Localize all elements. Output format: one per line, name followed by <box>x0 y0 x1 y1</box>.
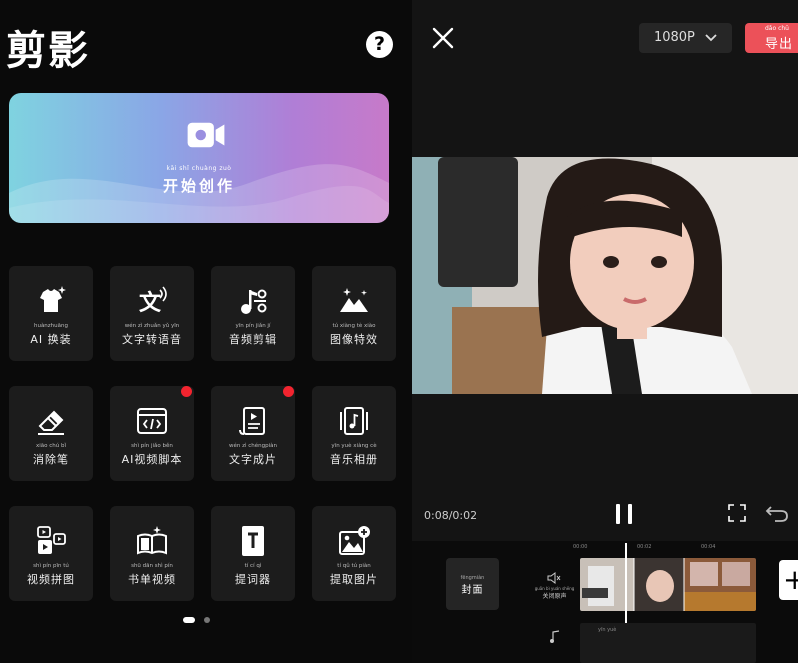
tool-extract-image[interactable]: tí qǔ tú piàn 提取图片 <box>312 506 396 601</box>
mute-original-button[interactable]: guān bì yuán shēng 关闭原声 <box>532 570 577 600</box>
open-book-icon <box>137 526 167 555</box>
undo-icon[interactable] <box>765 503 789 523</box>
video-collage-icon <box>37 526 66 554</box>
tool-label: 书单视频 <box>128 573 176 586</box>
tool-pinyin: xiāo chú bǐ <box>35 443 67 449</box>
timeline-tick: 00:02 <box>637 544 652 550</box>
pause-icon[interactable] <box>613 502 637 526</box>
start-creating-pinyin: kāi shǐ chuàng zuò <box>166 165 232 172</box>
tool-pinyin: shū dān shì pín <box>131 563 173 569</box>
video-frame-image <box>412 157 798 394</box>
new-badge <box>181 386 192 397</box>
tool-ai-video-script[interactable]: shì pín jiǎo běn AI视频脚本 <box>110 386 194 481</box>
timeline-tick: 00:04 <box>701 544 716 550</box>
chevron-down-icon <box>705 33 717 41</box>
tool-label: 音频剪辑 <box>229 333 277 346</box>
tool-label: 文字转语音 <box>122 333 182 346</box>
music-album-icon <box>340 407 368 435</box>
tool-book-video[interactable]: shū dān shì pín 书单视频 <box>110 506 194 601</box>
page-indicator <box>204 617 210 623</box>
resolution-value: 1080P <box>653 30 695 45</box>
tool-music-album[interactable]: yīn yuè xiàng cè 音乐相册 <box>312 386 396 481</box>
script-scroll-icon <box>239 407 265 435</box>
tool-image-effects[interactable]: tú xiàng tè xiào 图像特效 <box>312 266 396 361</box>
image-add-icon <box>339 526 370 555</box>
export-label: 导出 <box>765 37 794 52</box>
tool-pinyin: huànzhuāng <box>33 323 69 329</box>
tool-label: 图像特效 <box>330 333 378 346</box>
tool-label: 视频拼图 <box>27 573 75 586</box>
tool-pinyin: tú xiàng tè xiào <box>332 323 376 329</box>
add-clip-button[interactable]: + <box>779 560 798 600</box>
tshirt-sparkle-icon <box>40 286 66 312</box>
tool-pinyin: shì pín jiǎo běn <box>131 443 173 449</box>
svg-text:文: 文 <box>139 290 162 316</box>
export-pinyin: dǎo chū <box>765 25 789 32</box>
tool-pinyin: wén zì chéngpiàn <box>228 443 278 449</box>
app-logo: 剪影 <box>6 27 90 74</box>
audio-track[interactable]: yīn yuè <box>580 623 756 663</box>
speaker-icon <box>547 572 561 584</box>
video-camera-icon <box>187 122 225 148</box>
tool-pinyin: wén zì zhuǎn yǔ yīn <box>124 323 180 329</box>
tool-pinyin: yīn pín jiǎn jí <box>235 323 271 329</box>
code-window-icon <box>137 408 167 434</box>
tool-pinyin: shì pín pīn tú <box>33 563 69 569</box>
music-scissors-icon <box>241 289 267 314</box>
tool-video-collage[interactable]: shì pín pīn tú 视频拼图 <box>9 506 93 601</box>
question-bubble-icon[interactable]: ? <box>366 31 393 58</box>
timeline-tick: 00:00 <box>573 544 588 550</box>
mute-label: 关闭原声 <box>542 593 567 600</box>
tool-ai-outfit[interactable]: huànzhuāng AI 换装 <box>9 266 93 361</box>
tool-label: 音乐相册 <box>330 453 378 466</box>
tool-pinyin: tí qǔ tú piàn <box>337 563 371 569</box>
tool-label: 提取图片 <box>330 573 378 586</box>
tool-label: AI 换装 <box>30 333 72 346</box>
tool-eraser[interactable]: xiāo chú bǐ 消除笔 <box>9 386 93 481</box>
audio-track-pinyin: yīn yuè <box>598 627 617 633</box>
export-button[interactable]: dǎo chū 导出 <box>745 23 798 53</box>
tool-label: 提词器 <box>235 573 271 586</box>
playback-time: 0:08/0:02 <box>424 509 478 522</box>
tool-pinyin: tí cí qì <box>244 563 262 569</box>
page-indicator-active <box>183 617 195 623</box>
new-badge <box>283 386 294 397</box>
tool-audio-edit[interactable]: yīn pín jiǎn jí 音频剪辑 <box>211 266 295 361</box>
video-track-clip[interactable] <box>580 558 756 611</box>
video-preview[interactable] <box>412 157 798 394</box>
tool-label: 消除笔 <box>33 453 69 466</box>
home-panel: 剪影 ? kāi shǐ chuàng zuò 开始创作 huànzhuāng … <box>0 0 412 663</box>
start-creating-label: 开始创作 <box>162 177 235 195</box>
music-note-icon[interactable] <box>549 630 561 644</box>
tool-text-to-speech[interactable]: 文 wén zì zhuǎn yǔ yīn 文字转语音 <box>110 266 194 361</box>
teleprompter-icon <box>242 526 264 556</box>
tool-text-to-video[interactable]: wén zì chéngpiàn 文字成片 <box>211 386 295 481</box>
cover-button[interactable]: fēngmiàn 封面 <box>446 558 499 610</box>
resolution-dropdown[interactable]: 1080P <box>639 23 732 53</box>
clip-thumbnails <box>580 558 756 611</box>
close-icon[interactable] <box>430 25 456 51</box>
mountain-sparkle-icon <box>340 288 368 312</box>
cover-label: 封面 <box>461 585 484 596</box>
tool-pinyin: yīn yuè xiàng cè <box>331 443 377 449</box>
tool-label: AI视频脚本 <box>121 453 183 466</box>
tool-teleprompter[interactable]: tí cí qì 提词器 <box>211 506 295 601</box>
tool-label: 文字成片 <box>229 453 277 466</box>
fullscreen-icon[interactable] <box>727 503 747 523</box>
text-to-speech-icon: 文 <box>139 286 167 316</box>
eraser-icon <box>38 410 64 435</box>
start-creating-button[interactable]: kāi shǐ chuàng zuò 开始创作 <box>9 93 389 223</box>
